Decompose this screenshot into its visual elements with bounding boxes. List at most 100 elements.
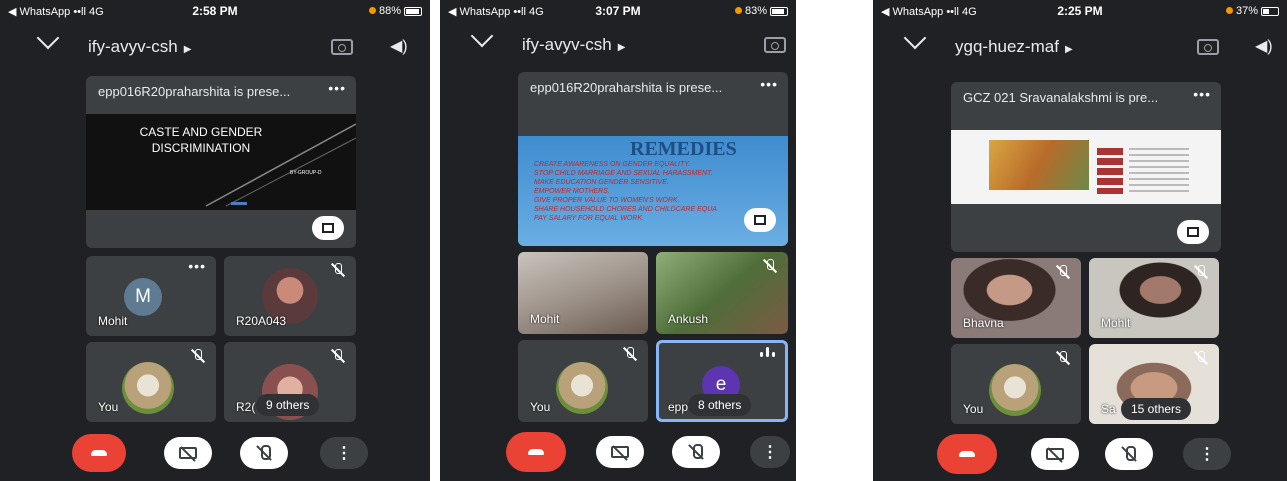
participant-tile-active[interactable]: e epp 8 others — [656, 340, 788, 422]
battery-icon — [1261, 6, 1280, 16]
participant-tile[interactable]: Mohit — [1089, 258, 1219, 338]
participant-tile[interactable]: You — [86, 342, 216, 422]
status-battery: 83% — [675, 5, 788, 17]
participant-tile[interactable]: R20A043 — [224, 256, 356, 336]
speaker-icon[interactable]: ◀) — [390, 36, 408, 56]
presenter-label: epp016R20praharshita is prese... — [98, 84, 291, 99]
participant-tile[interactable]: Ankush — [656, 252, 788, 334]
mic-toggle-button[interactable] — [240, 437, 288, 469]
participant-name: R2( — [236, 400, 256, 414]
meeting-code[interactable]: ify-avyv-csh ▶ — [88, 37, 191, 57]
sidebar-thumbnails — [1097, 148, 1123, 194]
video-off-icon — [179, 447, 197, 459]
mic-off-icon — [687, 443, 705, 461]
more-options-icon: ⋮ — [762, 444, 778, 461]
camera-switch-icon[interactable] — [1197, 39, 1219, 55]
video-off-icon — [1046, 448, 1064, 460]
avatar — [122, 362, 174, 414]
more-options-icon[interactable]: ••• — [1193, 86, 1211, 102]
participant-name: Ankush — [668, 312, 709, 326]
avatar — [989, 364, 1041, 416]
more-options-button[interactable]: ⋮ — [750, 436, 790, 468]
end-call-icon — [91, 450, 107, 456]
status-app: ◀ WhatsApp ••ll 4G — [881, 5, 977, 18]
participant-tile[interactable]: Bhavna — [951, 258, 1081, 338]
mic-toggle-button[interactable] — [672, 436, 720, 468]
more-options-icon: ⋮ — [336, 445, 352, 462]
fullscreen-button[interactable] — [312, 216, 344, 240]
mic-off-icon — [622, 346, 638, 362]
meeting-header: ify-avyv-csh ▶ — [440, 24, 796, 64]
participant-tile[interactable]: Sa 15 others — [1089, 344, 1219, 424]
screen-1: ◀ WhatsApp ••ll 4G 2:58 PM 88% ify-avyv-… — [0, 0, 430, 481]
end-call-button[interactable] — [506, 432, 566, 472]
sidebar-text-lines — [1129, 148, 1189, 194]
chevron-down-icon[interactable] — [470, 24, 494, 48]
mic-off-icon — [762, 258, 778, 274]
mic-off-icon — [1193, 264, 1209, 280]
video-toggle-button[interactable] — [1031, 438, 1079, 470]
video-toggle-button[interactable] — [164, 437, 212, 469]
participant-tile[interactable]: Mohit — [518, 252, 648, 334]
participant-name: You — [98, 400, 119, 414]
presentation-tile[interactable]: GCZ 021 Sravanalakshmi is pre... ••• — [951, 82, 1221, 252]
avatar: M — [124, 278, 162, 316]
meeting-header: ygq-huez-maf ▶ ◀) — [873, 26, 1287, 64]
presenter-label: epp016R20praharshita is prese... — [530, 80, 723, 95]
participant-name: You — [963, 402, 984, 416]
end-call-icon — [959, 451, 975, 457]
others-count-badge[interactable]: 9 others — [256, 394, 320, 416]
mic-off-icon — [1055, 264, 1071, 280]
end-call-icon — [528, 449, 544, 455]
participant-tile[interactable]: You — [518, 340, 648, 422]
camera-switch-icon[interactable] — [764, 37, 786, 53]
avatar — [556, 362, 608, 414]
shared-slide: CASTE AND GENDER DISCRIMINATION BY-GROUP… — [86, 114, 356, 210]
more-options-icon[interactable]: ••• — [188, 258, 206, 274]
status-time: 2:25 PM — [1057, 4, 1103, 18]
screen-2: ◀ WhatsApp ••ll 4G 3:07 PM 83% ify-avyv-… — [440, 0, 796, 481]
video-off-icon — [611, 446, 629, 458]
fullscreen-button[interactable] — [744, 208, 776, 232]
status-app: ◀ WhatsApp ••ll 4G — [448, 5, 544, 18]
more-options-icon: ⋮ — [1199, 446, 1215, 463]
status-time: 3:07 PM — [595, 4, 641, 18]
slide-decoration — [205, 123, 356, 207]
status-bar: ◀ WhatsApp ••ll 4G 2:58 PM 88% — [0, 0, 430, 22]
participant-tile[interactable]: R2( 9 others — [224, 342, 356, 422]
mic-off-icon — [1193, 350, 1209, 366]
slide-byline: BY-GROUP-D — [290, 170, 322, 176]
mic-toggle-button[interactable] — [1105, 438, 1153, 470]
participant-name: Mohit — [1101, 316, 1131, 330]
presentation-tile[interactable]: epp016R20praharshita is prese... ••• REM… — [518, 72, 788, 246]
presentation-tile[interactable]: epp016R20praharshita is prese... ••• CAS… — [86, 76, 356, 248]
camera-switch-icon[interactable] — [331, 39, 353, 55]
meeting-header: ify-avyv-csh ▶ ◀) — [0, 26, 430, 64]
end-call-button[interactable] — [937, 434, 997, 474]
others-count-badge[interactable]: 15 others — [1121, 398, 1192, 420]
others-count-badge[interactable]: 8 others — [688, 394, 752, 416]
participant-tile[interactable]: ••• M Mohit — [86, 256, 216, 336]
speaking-indicator-icon — [760, 347, 776, 357]
participant-name: Sa — [1101, 402, 1116, 416]
fullscreen-button[interactable] — [1177, 220, 1209, 244]
participant-tile[interactable]: You — [951, 344, 1081, 424]
video-toggle-button[interactable] — [596, 436, 644, 468]
chevron-down-icon[interactable] — [903, 26, 927, 50]
participant-name: Mohit — [98, 314, 128, 328]
mic-off-icon — [1120, 445, 1138, 463]
mic-off-icon — [255, 444, 273, 462]
more-options-icon[interactable]: ••• — [328, 80, 346, 96]
battery-icon — [404, 6, 422, 16]
meeting-code[interactable]: ygq-huez-maf ▶ — [955, 37, 1073, 57]
chevron-down-icon[interactable] — [36, 26, 60, 50]
more-options-button[interactable]: ⋮ — [1183, 438, 1231, 470]
end-call-button[interactable] — [72, 434, 126, 472]
more-options-icon[interactable]: ••• — [760, 76, 778, 92]
more-options-button[interactable]: ⋮ — [320, 437, 368, 469]
status-bar: ◀ WhatsApp ••ll 4G 3:07 PM 83% — [440, 0, 796, 22]
meeting-code[interactable]: ify-avyv-csh ▶ — [522, 35, 625, 55]
status-battery: 88% — [284, 5, 422, 17]
participant-name: R20A043 — [236, 314, 287, 328]
speaker-icon[interactable]: ◀) — [1255, 36, 1273, 56]
